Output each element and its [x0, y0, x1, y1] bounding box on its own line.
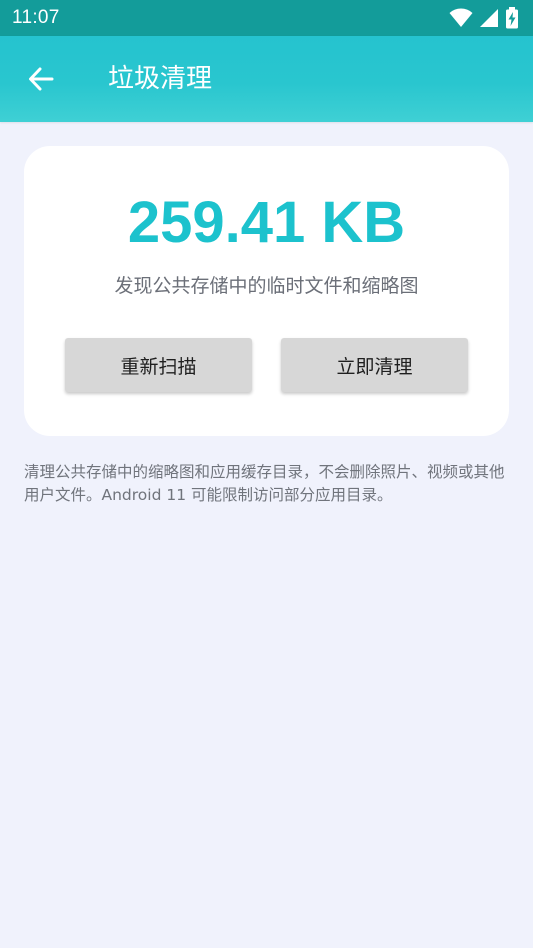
rescan-button[interactable]: 重新扫描: [65, 338, 252, 392]
back-button[interactable]: [24, 64, 58, 94]
wifi-icon: [449, 8, 473, 27]
status-bar: 11:07: [0, 0, 533, 36]
info-note: 清理公共存储中的缩略图和应用缓存目录，不会删除照片、视频或其他用户文件。Andr…: [24, 463, 505, 504]
clean-now-button[interactable]: 立即清理: [281, 338, 468, 392]
app-bar: 垃圾清理: [0, 36, 533, 122]
junk-size-description: 发现公共存储中的临时文件和缩略图: [114, 275, 419, 297]
junk-size-value: 259.41 KB: [127, 190, 406, 255]
status-time: 11:07: [12, 7, 60, 28]
arrow-left-icon: [29, 67, 54, 91]
page-title: 垃圾清理: [108, 64, 213, 94]
cell-signal-icon: [480, 9, 498, 27]
battery-charging-icon: [506, 7, 518, 29]
status-icons: [449, 7, 519, 29]
